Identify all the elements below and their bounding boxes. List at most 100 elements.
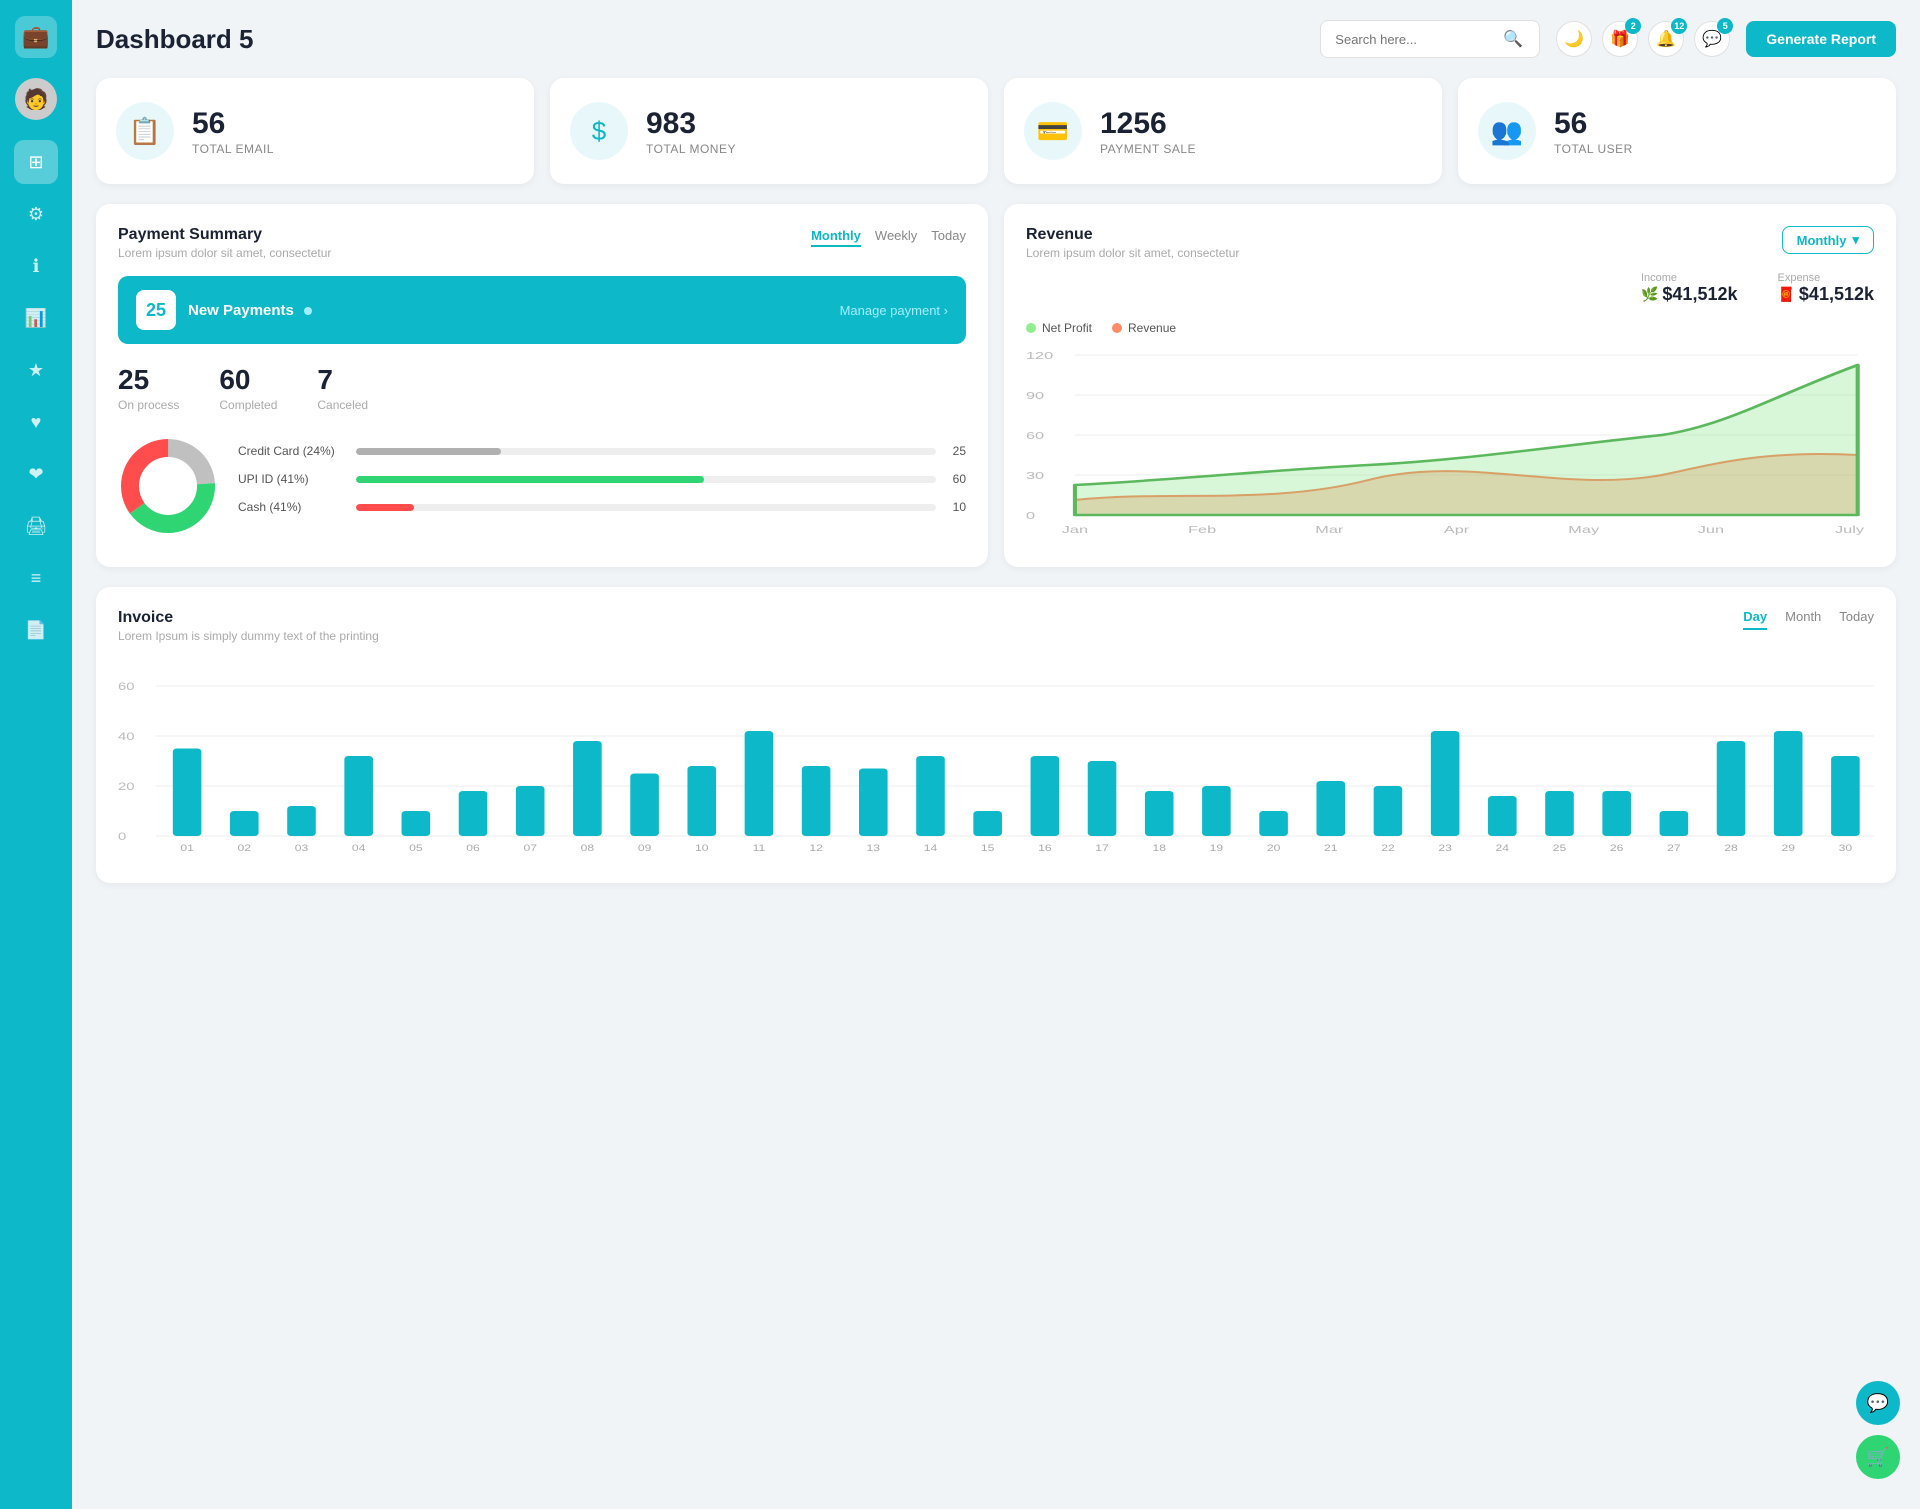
svg-text:22: 22: [1381, 843, 1395, 853]
svg-text:30: 30: [1839, 843, 1853, 853]
svg-text:01: 01: [180, 843, 194, 853]
revenue-legend: Net Profit Revenue: [1026, 321, 1874, 335]
legend-revenue: Revenue: [1112, 321, 1176, 335]
revenue-panel: Revenue Lorem ipsum dolor sit amet, cons…: [1004, 204, 1896, 567]
svg-text:Apr: Apr: [1444, 524, 1470, 535]
expense-icon: 🧧: [1777, 286, 1794, 303]
sidebar-item-star[interactable]: ★: [14, 348, 58, 392]
sidebar-item-chart[interactable]: 📊: [14, 296, 58, 340]
stat-number-user: 56: [1554, 107, 1633, 140]
chat-icon-btn[interactable]: 💬 5: [1694, 21, 1730, 57]
bar: [230, 811, 259, 836]
new-payments-count: 25: [136, 290, 176, 330]
sidebar-item-heart[interactable]: ♥: [14, 400, 58, 444]
method-value: 25: [944, 444, 966, 458]
legend-net-profit: Net Profit: [1026, 321, 1092, 335]
sidebar-item-dashboard[interactable]: ⊞: [14, 140, 58, 184]
bar: [1088, 761, 1117, 836]
stat-label-money: TOTAL MONEY: [646, 142, 736, 156]
search-box[interactable]: 🔍: [1320, 20, 1540, 58]
bar: [745, 731, 774, 836]
support-fab[interactable]: 💬: [1856, 1381, 1900, 1425]
bell-icon-btn[interactable]: 🔔 12: [1648, 21, 1684, 57]
legend-dot: [1112, 323, 1122, 333]
stat-label-email: TOTAL EMAIL: [192, 142, 274, 156]
method-bar-track: [356, 448, 936, 455]
bar: [1545, 791, 1574, 836]
bar: [173, 749, 202, 837]
theme-toggle[interactable]: 🌙: [1556, 21, 1592, 57]
svg-text:11: 11: [753, 843, 766, 853]
svg-text:04: 04: [352, 843, 366, 853]
payment-tab-monthly[interactable]: Monthly: [811, 226, 861, 247]
panels-row: Payment Summary Lorem ipsum dolor sit am…: [96, 204, 1896, 567]
gift-icon-btn[interactable]: 🎁 2: [1602, 21, 1638, 57]
bell-badge: 12: [1671, 18, 1687, 34]
svg-text:24: 24: [1496, 843, 1510, 853]
income-item: Income 🌿 $41,512k: [1641, 272, 1738, 305]
method-name: Credit Card (24%): [238, 444, 348, 458]
stat-icon-money: $: [570, 102, 628, 160]
bar: [1031, 756, 1060, 836]
sidebar-item-print[interactable]: 🖨: [14, 504, 58, 548]
income-expense-row: Income 🌿 $41,512k Expense 🧧 $41,512k: [1026, 272, 1874, 305]
svg-text:May: May: [1568, 524, 1599, 535]
sidebar-item-heart2[interactable]: ❤: [14, 452, 58, 496]
invoice-tab-today[interactable]: Today: [1839, 609, 1874, 630]
revenue-title: Revenue: [1026, 226, 1239, 244]
method-bar-fill: [356, 448, 501, 455]
svg-text:25: 25: [1553, 843, 1567, 853]
page-title: Dashboard 5: [96, 24, 1304, 55]
sidebar-item-settings[interactable]: ⚙: [14, 192, 58, 236]
header-icons: 🌙 🎁 2 🔔 12 💬 5: [1556, 21, 1730, 57]
income-amount: $41,512k: [1662, 284, 1737, 305]
methods-list: Credit Card (24%) 25 UPI ID (41%) 60 Cas…: [238, 444, 966, 528]
svg-text:15: 15: [981, 843, 995, 853]
sidebar-item-info[interactable]: ℹ: [14, 244, 58, 288]
legend-label: Revenue: [1128, 321, 1176, 335]
svg-text:05: 05: [409, 843, 423, 853]
new-payments-bar: 25 New Payments Manage payment ›: [118, 276, 966, 344]
payment-tab-today[interactable]: Today: [931, 226, 966, 247]
invoice-tab-group: Day Month Today: [1743, 609, 1874, 630]
manage-payment-link[interactable]: Manage payment ›: [840, 303, 948, 318]
search-icon: 🔍: [1503, 29, 1523, 49]
cart-fab[interactable]: 🛒: [1856, 1435, 1900, 1479]
bar: [1202, 786, 1231, 836]
bar: [1431, 731, 1460, 836]
legend-dot: [1026, 323, 1036, 333]
generate-report-button[interactable]: Generate Report: [1746, 21, 1896, 57]
bar: [1374, 786, 1403, 836]
svg-text:90: 90: [1026, 390, 1044, 401]
svg-text:03: 03: [295, 843, 309, 853]
payment-tab-weekly[interactable]: Weekly: [875, 226, 917, 247]
svg-text:120: 120: [1026, 350, 1053, 361]
invoice-tab-month[interactable]: Month: [1785, 609, 1821, 630]
stat-icon-email: 📋: [116, 102, 174, 160]
payment-stats: 25On process60Completed7Canceled: [118, 364, 966, 412]
payment-method-row: UPI ID (41%) 60: [238, 472, 966, 486]
chevron-down-icon: ▾: [1852, 232, 1859, 248]
bar: [1831, 756, 1860, 836]
payment-summary-title: Payment Summary: [118, 226, 331, 244]
legend-label: Net Profit: [1042, 321, 1092, 335]
method-name: Cash (41%): [238, 500, 348, 514]
svg-text:28: 28: [1724, 843, 1738, 853]
sidebar-item-list[interactable]: ≡: [14, 556, 58, 600]
svg-text:20: 20: [1267, 843, 1281, 853]
bar: [1660, 811, 1689, 836]
revenue-monthly-dropdown[interactable]: Monthly ▾: [1782, 226, 1874, 254]
bar: [1316, 781, 1345, 836]
svg-text:06: 06: [466, 843, 480, 853]
sidebar-item-doc[interactable]: 📄: [14, 608, 58, 652]
np-dot: [304, 307, 312, 315]
user-avatar[interactable]: 🧑: [15, 78, 57, 120]
revenue-subtitle: Lorem ipsum dolor sit amet, consectetur: [1026, 246, 1239, 260]
search-input[interactable]: [1335, 32, 1495, 47]
bar: [344, 756, 373, 836]
svg-text:Feb: Feb: [1188, 524, 1216, 535]
svg-text:14: 14: [924, 843, 938, 853]
invoice-tab-day[interactable]: Day: [1743, 609, 1767, 630]
stat-icon-user: 👥: [1478, 102, 1536, 160]
svg-text:13: 13: [867, 843, 881, 853]
